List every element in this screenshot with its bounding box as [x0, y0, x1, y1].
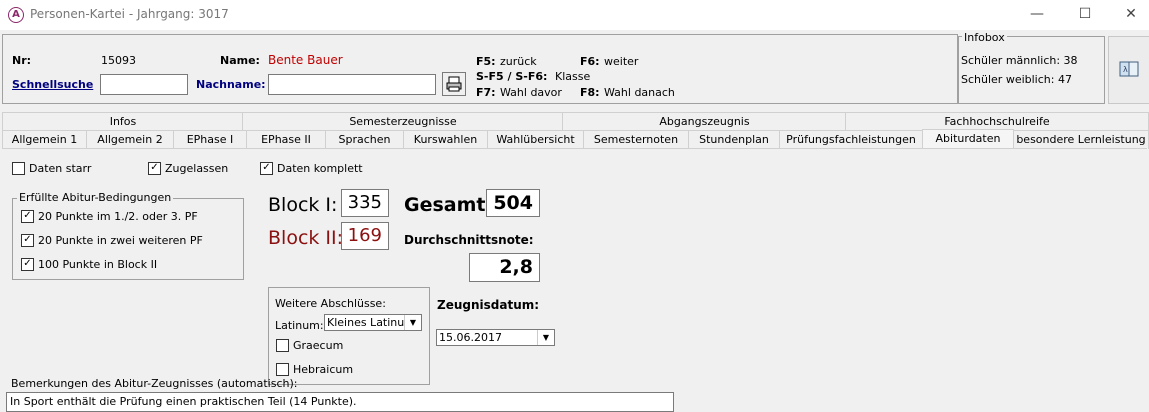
tab-ephase-2[interactable]: EPhase II: [246, 130, 326, 149]
bedingung-2-checkbox[interactable]: ✓: [21, 234, 34, 247]
tab-abgangszeugnis[interactable]: Abgangszeugnis: [562, 112, 847, 131]
daten-komplett-label: Daten komplett: [277, 162, 363, 175]
infobox: [958, 36, 1105, 104]
latinum-label: Latinum:: [275, 319, 324, 332]
sf5-text: Klasse: [555, 70, 591, 83]
title-bar: A Personen-Kartei - Jahrgang: 3017 — ☐ ✕: [0, 0, 1149, 30]
block2-label: Block II:: [268, 227, 344, 249]
infobox-male: Schüler männlich: 38: [961, 54, 1078, 67]
app-icon: A: [8, 7, 24, 23]
tab-wahluebersicht[interactable]: Wahlübersicht: [487, 130, 584, 149]
daten-starr-label: Daten starr: [29, 162, 92, 175]
tab-sprachen[interactable]: Sprachen: [325, 130, 404, 149]
bedingung-1-label: 20 Punkte im 1./2. oder 3. PF: [38, 210, 198, 223]
minimize-button[interactable]: —: [1014, 0, 1060, 30]
name-value: Bente Bauer: [268, 53, 343, 67]
f6-text: weiter: [604, 55, 639, 68]
graecum-label: Graecum: [293, 339, 344, 352]
f6-key: F6:: [580, 55, 600, 68]
side-action-button[interactable]: λ: [1108, 36, 1149, 104]
graecum-checkbox[interactable]: [276, 339, 289, 352]
infobox-title: Infobox: [962, 31, 1007, 44]
bedingung-3-checkbox[interactable]: ✓: [21, 258, 34, 271]
bedingung-2-label: 20 Punkte in zwei weiteren PF: [38, 234, 203, 247]
name-label: Name:: [220, 54, 260, 67]
f5-key: F5:: [476, 55, 496, 68]
bemerkungen-textarea[interactable]: In Sport enthält die Prüfung einen prakt…: [6, 392, 674, 412]
latinum-value: Kleines Latinum: [327, 316, 415, 329]
f8-text: Wahl danach: [604, 86, 675, 99]
durchschnitt-label: Durchschnittsnote:: [404, 233, 534, 247]
tab-content-border: [2, 148, 1147, 149]
weitere-title: Weitere Abschlüsse:: [275, 297, 386, 310]
hebraicum-label: Hebraicum: [293, 363, 354, 376]
nr-label: Nr:: [12, 54, 32, 67]
gesamt-label: Gesamt:: [404, 194, 494, 216]
tab-allgemein-2[interactable]: Allgemein 2: [86, 130, 174, 149]
printer-icon: [446, 76, 462, 92]
f7-text: Wahl davor: [500, 86, 562, 99]
chevron-down-icon[interactable]: ▼: [404, 315, 421, 330]
tab-pruefungsfachleistungen[interactable]: Prüfungsfachleistungen: [779, 130, 923, 149]
bemerkungen-text: In Sport enthält die Prüfung einen prakt…: [10, 395, 357, 408]
tab-infos[interactable]: Infos: [2, 112, 244, 131]
block2-value: 169: [341, 222, 389, 250]
f7-key: F7:: [476, 86, 496, 99]
f8-key: F8:: [580, 86, 600, 99]
latinum-select[interactable]: Kleines Latinum ▼: [324, 314, 422, 331]
svg-text:λ: λ: [1123, 65, 1128, 74]
tab-ephase-1[interactable]: EPhase I: [173, 130, 247, 149]
bemerkungen-label: Bemerkungen des Abitur-Zeugnisses (autom…: [11, 377, 298, 390]
tab-semesterzeugnisse[interactable]: Semesterzeugnisse: [242, 112, 564, 131]
tab-semesternoten[interactable]: Semesternoten: [583, 130, 689, 149]
nachname-input[interactable]: [268, 74, 436, 95]
tab-allgemein-1[interactable]: Allgemein 1: [2, 130, 87, 149]
schnellsuche-link[interactable]: Schnellsuche: [12, 78, 93, 91]
daten-komplett-checkbox[interactable]: ✓: [260, 162, 273, 175]
chevron-down-icon[interactable]: ▼: [537, 330, 554, 345]
bedingung-1-checkbox[interactable]: ✓: [21, 210, 34, 223]
tab-kurswahlen[interactable]: Kurswahlen: [403, 130, 488, 149]
zeugnisdatum-label: Zeugnisdatum:: [437, 298, 540, 312]
gesamt-value: 504: [486, 189, 540, 217]
window-title: Personen-Kartei - Jahrgang: 3017: [30, 7, 229, 21]
daten-starr-checkbox[interactable]: [12, 162, 25, 175]
tab-stundenplan[interactable]: Stundenplan: [688, 130, 780, 149]
close-button[interactable]: ✕: [1108, 0, 1149, 30]
sf5-key: S-F5 / S-F6:: [476, 70, 548, 83]
bedingung-3-label: 100 Punkte in Block II: [38, 258, 158, 271]
maximize-button[interactable]: ☐: [1062, 0, 1108, 30]
zeugnisdatum-picker[interactable]: 15.06.2017 ▼: [436, 329, 555, 346]
zugelassen-label: Zugelassen: [165, 162, 229, 175]
schnellsuche-input[interactable]: [100, 74, 188, 95]
nr-value: 15093: [101, 54, 136, 67]
book-icon: λ: [1119, 61, 1139, 77]
durchschnitt-value: 2,8: [469, 253, 540, 282]
tab-abiturdaten[interactable]: Abiturdaten: [922, 129, 1014, 149]
infobox-female: Schüler weiblich: 47: [961, 73, 1072, 86]
tab-row-bottom: Allgemein 1 Allgemein 2 EPhase I EPhase …: [2, 129, 1149, 149]
zeugnisdatum-value: 15.06.2017: [439, 331, 502, 344]
block1-label: Block I:: [268, 194, 338, 216]
hebraicum-checkbox[interactable]: [276, 363, 289, 376]
f5-text: zurück: [500, 55, 537, 68]
block1-value: 335: [341, 189, 389, 217]
tab-besondere-lernleistung[interactable]: besondere Lernleistung: [1013, 130, 1149, 149]
print-button[interactable]: [442, 72, 466, 96]
nachname-label: Nachname:: [196, 78, 266, 91]
zugelassen-checkbox[interactable]: ✓: [148, 162, 161, 175]
bedingungen-title: Erfüllte Abitur-Bedingungen: [17, 191, 174, 204]
